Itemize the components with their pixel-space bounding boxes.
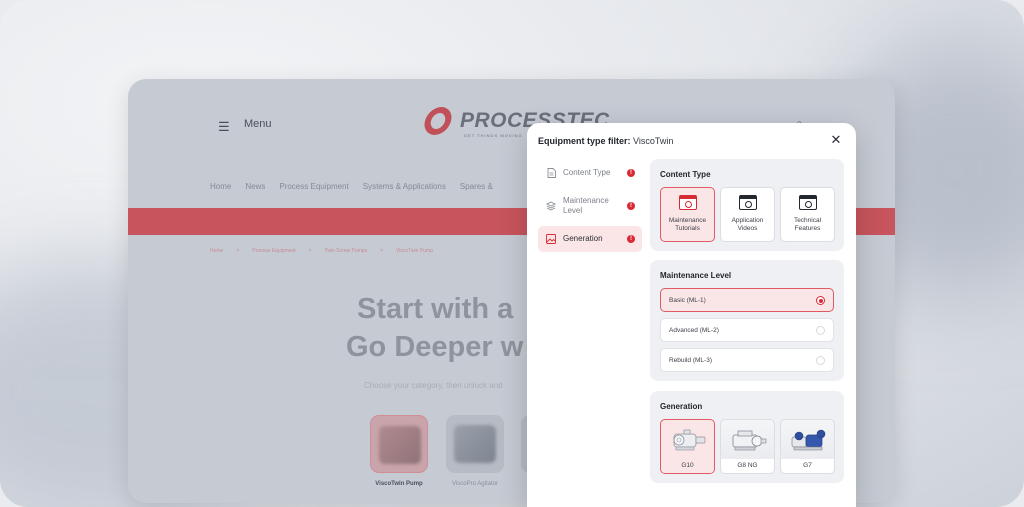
nav-item[interactable]: News	[245, 182, 265, 191]
sidebar-item-generation[interactable]: Generation !	[538, 226, 642, 252]
option-label: Rebuild (ML-3)	[669, 357, 712, 364]
breadcrumb-separator: >	[380, 248, 383, 254]
hero-subtitle: Choose your category, then unlock and	[364, 381, 503, 390]
maintenance-option-basic[interactable]: Basic (ML-1)	[660, 288, 834, 312]
alert-badge: !	[627, 202, 635, 210]
radio-button[interactable]	[816, 296, 825, 305]
gallery-icon	[546, 234, 556, 244]
option-label: G8 NG	[721, 459, 774, 473]
hero-title-line2: Go Deeper w	[346, 331, 524, 363]
site-nav: Home News Process Equipment Systems & Ap…	[210, 182, 493, 191]
sidebar-item-content-type[interactable]: Content Type !	[538, 160, 642, 186]
category-tile-label: ViscoPro Agitator	[452, 481, 498, 487]
option-label: G10	[661, 459, 714, 473]
sidebar-item-label: Content Type	[563, 168, 611, 177]
breadcrumb: Home > Process Equipment > Twin Screw Pu…	[210, 248, 433, 254]
modal-title: Equipment type filter: ViscoTwin	[538, 136, 673, 146]
document-icon	[546, 168, 556, 178]
panel-heading: Generation	[660, 402, 703, 411]
maintenance-level-panel: Maintenance Level Basic (ML-1) Advanced …	[650, 260, 844, 381]
modal-title-value: ViscoTwin	[633, 136, 674, 146]
filter-modal: Equipment type filter: ViscoTwin ✕ Conte…	[527, 123, 856, 507]
video-icon	[739, 195, 757, 210]
modal-title-prefix: Equipment type filter:	[538, 136, 634, 146]
close-icon[interactable]: ✕	[829, 133, 843, 147]
menu-label[interactable]: Menu	[244, 118, 272, 130]
content-type-option-maintenance-tutorials[interactable]: Maintenance Tutorials	[660, 187, 715, 242]
panel-heading: Maintenance Level	[660, 271, 732, 280]
panel-heading: Content Type	[660, 170, 711, 179]
alert-badge: !	[627, 169, 635, 177]
layers-icon	[546, 201, 556, 211]
radio-button[interactable]	[816, 326, 825, 335]
nav-item[interactable]: Systems & Applications	[363, 182, 446, 191]
breadcrumb-separator: >	[308, 248, 312, 254]
video-icon	[799, 195, 817, 210]
option-label: Advanced (ML-2)	[669, 327, 719, 334]
option-label: Maintenance Tutorials	[668, 217, 707, 232]
breadcrumb-separator: >	[236, 248, 240, 254]
alert-badge: !	[627, 235, 635, 243]
content-type-panel: Content Type Maintenance Tutorials Appli…	[650, 159, 844, 251]
pump-image	[673, 429, 706, 451]
breadcrumb-item[interactable]: Twin Screw Pumps	[325, 248, 368, 254]
video-icon	[679, 195, 697, 210]
nav-item[interactable]: Home	[210, 182, 231, 191]
generation-panel: Generation G10 G8 NG G7	[650, 391, 844, 483]
maintenance-option-advanced[interactable]: Advanced (ML-2)	[660, 318, 834, 342]
nav-item[interactable]: Spares &	[460, 182, 493, 191]
option-label: G7	[781, 459, 834, 473]
filter-sidebar: Content Type ! Maintenance Level ! Gener…	[538, 160, 642, 254]
product-image	[379, 426, 421, 464]
pump-image	[791, 429, 826, 451]
option-label: Basic (ML-1)	[669, 297, 706, 304]
sidebar-item-label: Maintenance Level	[563, 196, 609, 215]
generation-option-g7[interactable]: G7	[780, 419, 835, 474]
category-tile[interactable]	[370, 415, 428, 473]
generation-option-g10[interactable]: G10	[660, 419, 715, 474]
nav-item[interactable]: Process Equipment	[279, 182, 348, 191]
logo-icon	[421, 107, 455, 135]
maintenance-option-rebuild[interactable]: Rebuild (ML-3)	[660, 348, 834, 372]
sidebar-item-label: Generation	[563, 234, 603, 243]
breadcrumb-item[interactable]: Process Equipment	[252, 248, 295, 254]
background-card: ☰ Menu PROCESSTEC GET THINGS MOVING ⌕ Ho…	[0, 0, 1024, 507]
hero-title-line1: Start with a	[357, 293, 514, 325]
option-label: Technical Features	[793, 217, 822, 232]
radio-button[interactable]	[816, 356, 825, 365]
breadcrumb-item[interactable]: Home	[210, 248, 223, 254]
sidebar-item-maintenance-level[interactable]: Maintenance Level !	[538, 188, 642, 224]
category-tile[interactable]	[446, 415, 504, 473]
option-label: Application Videos	[731, 217, 764, 232]
breadcrumb-item[interactable]: ViscoTwin Pump	[396, 248, 433, 254]
menu-icon[interactable]: ☰	[218, 119, 230, 135]
logo-tagline: GET THINGS MOVING	[464, 133, 523, 138]
product-image	[454, 425, 496, 463]
category-tile-label: ViscoTwin Pump	[375, 481, 423, 487]
generation-option-g8-ng[interactable]: G8 NG	[720, 419, 775, 474]
content-type-option-technical-features[interactable]: Technical Features	[780, 187, 835, 242]
content-type-option-application-videos[interactable]: Application Videos	[720, 187, 775, 242]
pump-image	[732, 430, 767, 451]
